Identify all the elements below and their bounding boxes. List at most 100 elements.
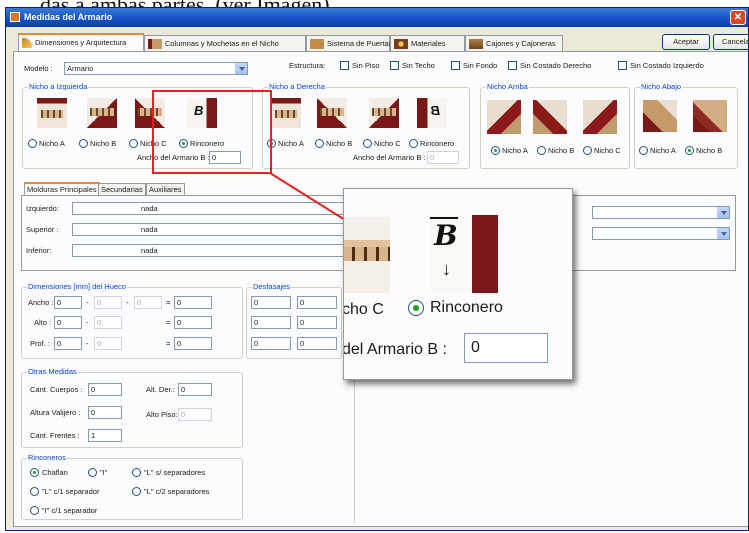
checkbox-sin-fondo[interactable]: [451, 61, 460, 70]
model-value: Armario: [67, 64, 94, 73]
close-icon[interactable]: ✕: [730, 10, 746, 25]
molding-top-label: Superior :: [26, 225, 59, 234]
radio-nicho-c-left[interactable]: [129, 139, 138, 148]
radio-label: Nicho B: [90, 139, 117, 148]
tab-auxiliares[interactable]: Auxiliares: [146, 183, 185, 195]
desfasaje-input[interactable]: 0: [251, 316, 291, 329]
radio-label: Nicho A: [502, 146, 528, 155]
radio-nicho-a-left[interactable]: [28, 139, 37, 148]
tab-dimensiones[interactable]: Dimensiones y Arquitectura: [18, 33, 144, 52]
group-title: Otras Medidas: [27, 367, 78, 376]
radio-label: Nicho C: [594, 146, 621, 155]
radio-label: "L" c/2 separadores: [144, 487, 210, 496]
zoom-width-input[interactable]: 0: [464, 333, 548, 363]
checkbox-sin-costado-derecho[interactable]: [508, 61, 517, 70]
radio-label: "L" c/1 separador: [42, 487, 100, 496]
molding-bottom-field[interactable]: nada: [72, 244, 362, 257]
molding-top-field[interactable]: nada: [72, 223, 362, 236]
desfasaje-input[interactable]: 0: [251, 337, 291, 350]
checkbox-sin-techo[interactable]: [390, 61, 399, 70]
hueco-depth-deduct[interactable]: 0: [94, 337, 122, 350]
cuerpos-label: Cant. Cuerpos :: [30, 385, 83, 394]
zoom-callout: B ↓ cho C Rinconero del Armario B : 0: [343, 188, 573, 380]
radio-nicho-a-down[interactable]: [639, 146, 648, 155]
tab-materiales[interactable]: Materiales: [390, 35, 465, 52]
hueco-height-deduct[interactable]: 0: [94, 316, 122, 329]
altura-valijero-input[interactable]: 0: [88, 406, 122, 419]
radio-label: "I" c/1 separador: [42, 506, 98, 515]
alto-piso-label: Alto Piso:: [146, 410, 178, 419]
desfasaje-input[interactable]: 0: [297, 316, 337, 329]
hueco-width-result[interactable]: 0: [174, 296, 212, 309]
hueco-height-input[interactable]: 0: [54, 316, 82, 329]
molding-left-value: nada: [141, 204, 158, 213]
operator: -: [86, 298, 89, 307]
rinconero-right-image: [417, 98, 447, 128]
tab-sistema-puertas[interactable]: Sistema de Puertas: [306, 35, 392, 52]
radio-i[interactable]: [88, 468, 97, 477]
b-arrow-icon: B: [434, 219, 458, 252]
column-icon: [148, 39, 162, 50]
desfasaje-input[interactable]: 0: [297, 296, 337, 309]
zoom-rinconero-image: B ↓: [430, 215, 498, 293]
radio-nicho-b-left[interactable]: [79, 139, 88, 148]
nicho-a-right-image: [271, 98, 301, 128]
radio-i-1-separador[interactable]: [30, 506, 39, 515]
cuerpos-input[interactable]: 0: [88, 383, 122, 396]
tab-secundarias[interactable]: Secundarias: [98, 183, 146, 195]
alt-der-input[interactable]: 0: [178, 383, 212, 396]
drawer-icon: [469, 39, 483, 50]
width-b-label: Ancho del Armario B :: [353, 153, 426, 162]
radio-label: "I": [100, 468, 108, 477]
radio-nicho-c-up[interactable]: [583, 146, 592, 155]
hueco-height-result[interactable]: 0: [174, 316, 212, 329]
radio-chaflan[interactable]: [30, 468, 39, 477]
structure-label: Estructura:: [289, 61, 326, 70]
molding-left-combo[interactable]: [592, 206, 730, 219]
highlight-box: [152, 90, 272, 174]
molding-bottom-label: Inferior:: [26, 246, 52, 255]
radio-l-1-separador[interactable]: [30, 487, 39, 496]
desfasaje-input[interactable]: 0: [297, 337, 337, 350]
group-nicho-derecha: Nicho a Derecha Nicho A Nicho B Nicho C …: [262, 82, 470, 169]
molding-top-value: nada: [141, 225, 158, 234]
hueco-depth-result[interactable]: 0: [174, 337, 212, 350]
model-select[interactable]: Armario: [64, 62, 248, 75]
alto-piso-input[interactable]: 0: [178, 408, 212, 421]
hueco-width-input[interactable]: 0: [54, 296, 82, 309]
hueco-depth-input[interactable]: 0: [54, 337, 82, 350]
chevron-down-icon[interactable]: [717, 228, 729, 239]
tab-molduras-principales[interactable]: Molduras Principales: [24, 182, 100, 195]
radio-label: Nicho B: [326, 139, 353, 148]
chevron-down-icon[interactable]: [235, 63, 247, 74]
tab-columnas[interactable]: Columnas y Mochetas en el Nicho: [144, 35, 306, 52]
radio-nicho-b-right[interactable]: [315, 139, 324, 148]
radio-l-sin-separadores[interactable]: [132, 468, 141, 477]
accept-button[interactable]: Aceptar: [662, 34, 710, 50]
zoom-radio-rinconero[interactable]: [408, 300, 424, 316]
molding-top-combo[interactable]: [592, 227, 730, 240]
hueco-width-deduct2[interactable]: 0: [134, 296, 162, 309]
chevron-down-icon[interactable]: [717, 207, 729, 218]
radio-label: Nicho A: [650, 146, 676, 155]
group-rinconeros: Rinconeros Chaflan "I" "L" s/ separadore…: [21, 453, 243, 520]
radio-l-2-separadores[interactable]: [132, 487, 141, 496]
radio-rinconero-right[interactable]: [409, 139, 418, 148]
desfasaje-input[interactable]: 0: [251, 296, 291, 309]
operator: =: [166, 339, 171, 348]
nicho-b-down-image: [693, 100, 727, 132]
cancel-button[interactable]: Cancelar: [713, 34, 748, 50]
checkbox-sin-piso[interactable]: [340, 61, 349, 70]
tab-cajones[interactable]: Cajones y Cajoneras: [465, 35, 563, 52]
width-b-right-input[interactable]: 0: [427, 151, 459, 164]
group-desfasajes: Desfasajes 0 0 0 0 0 0: [246, 282, 342, 359]
operator: -: [86, 339, 89, 348]
radio-nicho-b-up[interactable]: [537, 146, 546, 155]
radio-nicho-c-right[interactable]: [363, 139, 372, 148]
radio-nicho-a-up[interactable]: [491, 146, 500, 155]
checkbox-sin-costado-izquierdo[interactable]: [618, 61, 627, 70]
hueco-width-deduct1[interactable]: 0: [94, 296, 122, 309]
tab-label: Cajones y Cajoneras: [486, 39, 556, 48]
frentes-input[interactable]: 1: [88, 429, 122, 442]
radio-nicho-b-down[interactable]: [685, 146, 694, 155]
